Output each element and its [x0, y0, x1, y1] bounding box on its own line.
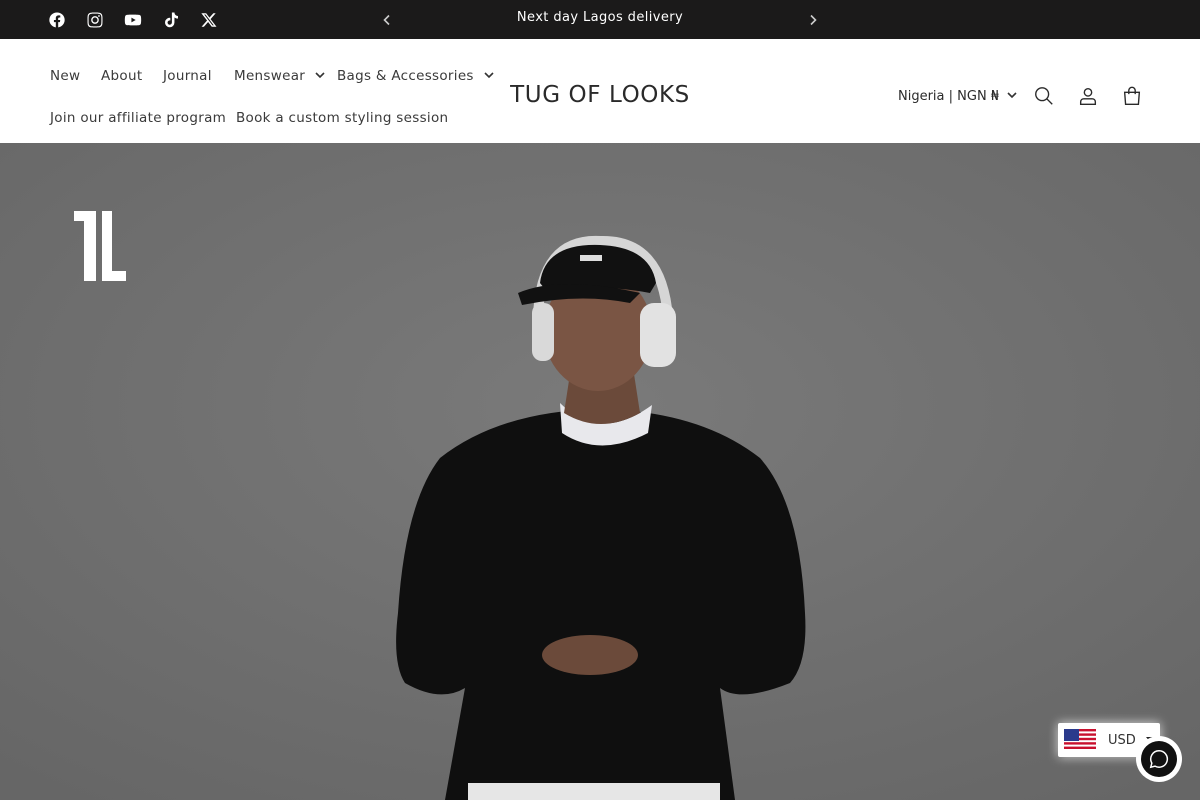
account-icon[interactable] [1075, 83, 1101, 109]
instagram-icon[interactable] [76, 0, 114, 39]
hero-image [0, 143, 1200, 800]
nav-menswear-label: Menswear [234, 68, 306, 84]
country-selector-label: Nigeria | NGN ₦ [898, 89, 1000, 104]
chat-button[interactable] [1136, 736, 1182, 782]
nav-menswear[interactable]: Menswear [234, 68, 325, 84]
chat-icon [1141, 741, 1177, 777]
currency-code: USD [1108, 732, 1136, 748]
nav-new[interactable]: New [50, 68, 80, 84]
chevron-left-icon[interactable] [372, 0, 402, 39]
hero-banner[interactable] [0, 143, 1200, 800]
nav-styling-session[interactable]: Book a custom styling session [236, 110, 448, 126]
tl-monogram-icon [74, 211, 126, 281]
brand-logo-text[interactable]: TUG OF LOOKS [500, 82, 700, 108]
us-flag-icon [1064, 729, 1096, 751]
social-links [38, 0, 228, 39]
chevron-down-icon [315, 68, 325, 84]
chevron-right-icon[interactable] [798, 0, 828, 39]
x-icon[interactable] [190, 0, 228, 39]
announcement-text: Next day Lagos delivery [516, 10, 684, 25]
chevron-down-icon [484, 68, 494, 84]
site-header: New About Journal Menswear Bags & Access… [0, 39, 1200, 143]
nav-journal[interactable]: Journal [163, 68, 212, 84]
search-icon[interactable] [1031, 83, 1057, 109]
facebook-icon[interactable] [38, 0, 76, 39]
nav-about[interactable]: About [101, 68, 142, 84]
chevron-down-icon [1007, 89, 1017, 104]
announcement-bar: Next day Lagos delivery [0, 0, 1200, 39]
country-selector[interactable]: Nigeria | NGN ₦ [898, 89, 1017, 104]
tiktok-icon[interactable] [152, 0, 190, 39]
nav-affiliate[interactable]: Join our affiliate program [50, 110, 226, 126]
nav-bags-accessories[interactable]: Bags & Accessories [337, 68, 494, 84]
youtube-icon[interactable] [114, 0, 152, 39]
nav-bags-label: Bags & Accessories [337, 68, 474, 84]
cart-icon[interactable] [1119, 83, 1145, 109]
